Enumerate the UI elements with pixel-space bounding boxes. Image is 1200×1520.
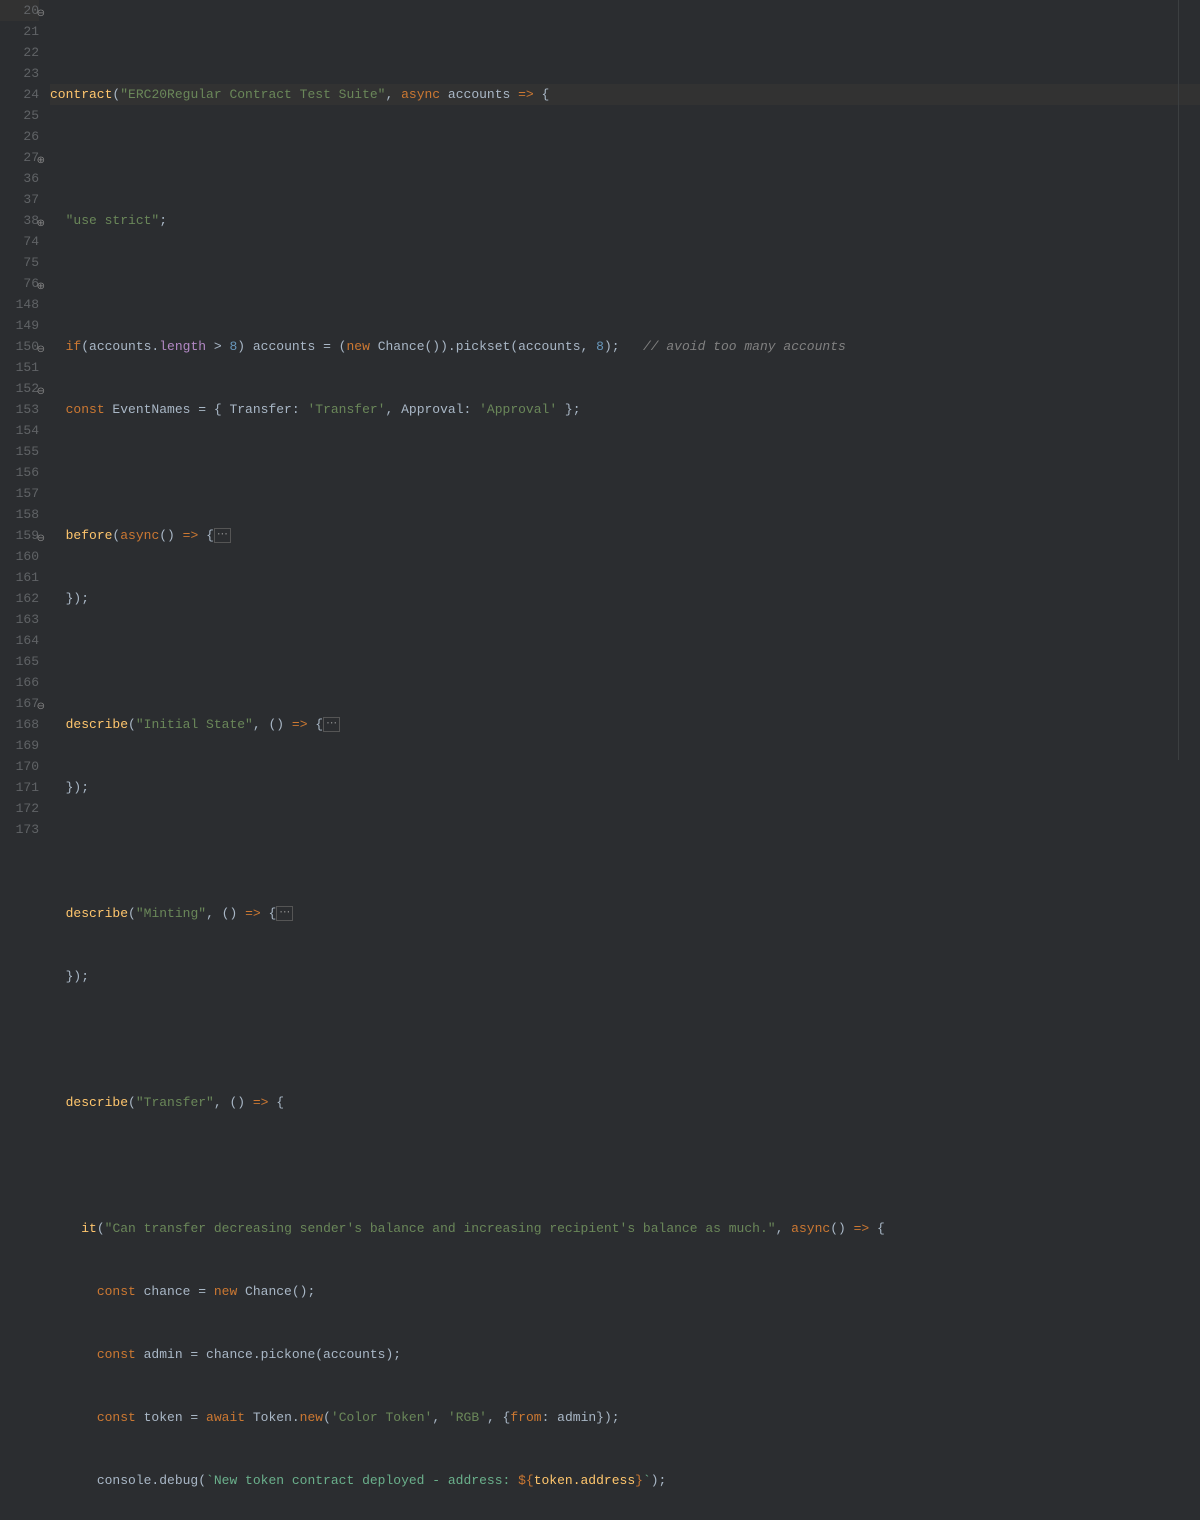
fold-toggle-icon[interactable]: ⊖ bbox=[35, 340, 45, 350]
code-line[interactable]: const token = await Token.new('Color Tok… bbox=[50, 1407, 1200, 1428]
fold-toggle-icon[interactable]: ⊕ bbox=[35, 277, 45, 287]
code-line[interactable] bbox=[50, 462, 1200, 483]
line-number: 166 bbox=[0, 672, 39, 693]
line-number: 26 bbox=[0, 126, 39, 147]
line-number: 24 bbox=[0, 84, 39, 105]
line-number: 37 bbox=[0, 189, 39, 210]
line-number: 157 bbox=[0, 483, 39, 504]
line-number: 164 bbox=[0, 630, 39, 651]
line-number: 168 bbox=[0, 714, 39, 735]
line-number: 156 bbox=[0, 462, 39, 483]
code-line[interactable] bbox=[50, 1029, 1200, 1050]
line-number: 36 bbox=[0, 168, 39, 189]
code-line[interactable] bbox=[50, 1155, 1200, 1176]
line-number: 162 bbox=[0, 588, 39, 609]
line-number[interactable]: 150⊖ bbox=[0, 336, 39, 357]
line-number[interactable]: 167⊖ bbox=[0, 693, 39, 714]
line-number: 25 bbox=[0, 105, 39, 126]
code-line[interactable] bbox=[50, 273, 1200, 294]
code-line[interactable]: contract("ERC20Regular Contract Test Sui… bbox=[50, 84, 1200, 105]
line-number: 160 bbox=[0, 546, 39, 567]
line-number: 171 bbox=[0, 777, 39, 798]
code-line[interactable]: describe("Minting", () => {⋯ bbox=[50, 903, 1200, 924]
line-number: 154 bbox=[0, 420, 39, 441]
fold-toggle-icon[interactable]: ⊕ bbox=[35, 214, 45, 224]
code-line[interactable] bbox=[50, 147, 1200, 168]
line-number: 173 bbox=[0, 819, 39, 840]
line-number: 155 bbox=[0, 441, 39, 462]
line-number: 161 bbox=[0, 567, 39, 588]
line-number: 172 bbox=[0, 798, 39, 819]
code-line[interactable] bbox=[50, 651, 1200, 672]
line-number: 74 bbox=[0, 231, 39, 252]
folded-code-icon[interactable]: ⋯ bbox=[323, 717, 340, 732]
code-line[interactable]: before(async() => {⋯ bbox=[50, 525, 1200, 546]
line-number-gutter[interactable]: 20⊖ 21 22 23 24 25 26 27⊕ 36 37 38⊕ 74 7… bbox=[0, 0, 46, 760]
fold-toggle-icon[interactable]: ⊖ bbox=[35, 382, 45, 392]
line-number[interactable]: 159⊖ bbox=[0, 525, 39, 546]
code-line[interactable]: if(accounts.length > 8) accounts = (new … bbox=[50, 336, 1200, 357]
code-area[interactable]: contract("ERC20Regular Contract Test Sui… bbox=[46, 0, 1200, 760]
code-line[interactable]: const EventNames = { Transfer: 'Transfer… bbox=[50, 399, 1200, 420]
line-number[interactable]: 76⊕ bbox=[0, 273, 39, 294]
fold-toggle-icon[interactable]: ⊖ bbox=[35, 697, 45, 707]
fold-toggle-icon[interactable]: ⊖ bbox=[35, 4, 45, 14]
line-number: 149 bbox=[0, 315, 39, 336]
line-number: 148 bbox=[0, 294, 39, 315]
line-number[interactable]: 152⊖ bbox=[0, 378, 39, 399]
line-number: 153 bbox=[0, 399, 39, 420]
line-number: 21 bbox=[0, 21, 39, 42]
line-number: 170 bbox=[0, 756, 39, 777]
print-margin bbox=[1178, 0, 1179, 760]
line-number: 22 bbox=[0, 42, 39, 63]
code-line[interactable]: }); bbox=[50, 777, 1200, 798]
line-number: 75 bbox=[0, 252, 39, 273]
code-editor[interactable]: 20⊖ 21 22 23 24 25 26 27⊕ 36 37 38⊕ 74 7… bbox=[0, 0, 1200, 760]
code-line[interactable]: const chance = new Chance(); bbox=[50, 1281, 1200, 1302]
code-line[interactable]: describe("Initial State", () => {⋯ bbox=[50, 714, 1200, 735]
line-number[interactable]: 38⊕ bbox=[0, 210, 39, 231]
line-number[interactable]: 27⊕ bbox=[0, 147, 39, 168]
line-number: 158 bbox=[0, 504, 39, 525]
line-number: 169 bbox=[0, 735, 39, 756]
code-line[interactable]: describe("Transfer", () => { bbox=[50, 1092, 1200, 1113]
folded-code-icon[interactable]: ⋯ bbox=[276, 906, 293, 921]
code-line[interactable]: it("Can transfer decreasing sender's bal… bbox=[50, 1218, 1200, 1239]
code-line[interactable]: }); bbox=[50, 588, 1200, 609]
line-number[interactable]: 20⊖ bbox=[0, 0, 39, 21]
line-number: 165 bbox=[0, 651, 39, 672]
code-line[interactable]: const admin = chance.pickone(accounts); bbox=[50, 1344, 1200, 1365]
fold-toggle-icon[interactable]: ⊕ bbox=[35, 151, 45, 161]
fold-toggle-icon[interactable]: ⊖ bbox=[35, 529, 45, 539]
code-line[interactable]: "use strict"; bbox=[50, 210, 1200, 231]
line-number: 23 bbox=[0, 63, 39, 84]
line-number: 151 bbox=[0, 357, 39, 378]
code-line[interactable]: }); bbox=[50, 966, 1200, 987]
folded-code-icon[interactable]: ⋯ bbox=[214, 528, 231, 543]
line-number: 163 bbox=[0, 609, 39, 630]
code-line[interactable] bbox=[50, 840, 1200, 861]
code-line[interactable]: console.debug(`New token contract deploy… bbox=[50, 1470, 1200, 1491]
